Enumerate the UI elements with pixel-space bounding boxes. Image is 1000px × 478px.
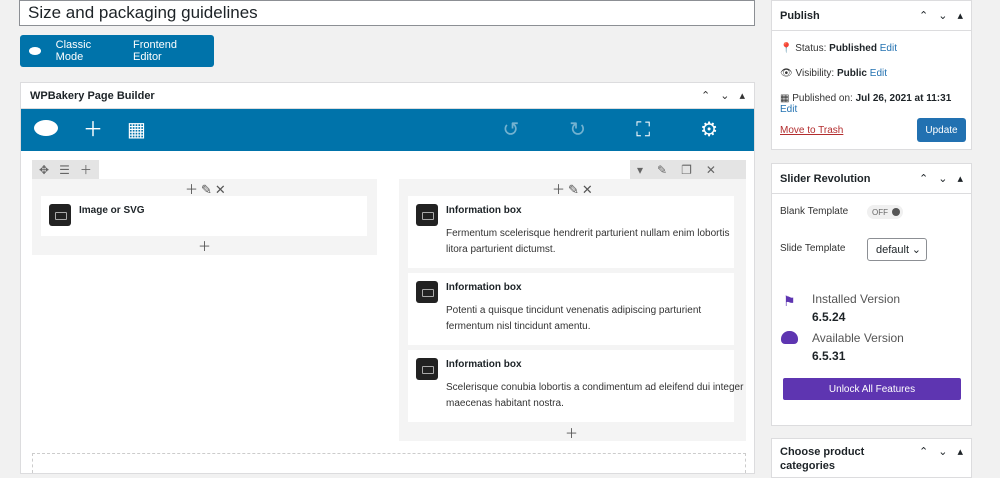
edit-row-icon[interactable]: ✎ <box>657 163 667 177</box>
clone-row-icon[interactable]: ❐ <box>681 163 692 177</box>
move-down-icon[interactable]: ⌄ <box>720 89 729 102</box>
row-controls: ✥ ☰ ＋ <box>32 160 99 179</box>
blank-template-label: Blank Template <box>780 206 849 217</box>
categories-header: Choose product categories ⌃ ⌄ ▴ <box>772 439 971 475</box>
edit-date-link[interactable]: Edit <box>780 104 797 115</box>
element-title: Information box <box>446 282 522 293</box>
element-title: Information box <box>446 205 522 216</box>
status-value: Published <box>829 43 877 54</box>
installed-version-label: Installed Version <box>812 292 901 306</box>
info-box-element[interactable]: Information box Scelerisque conubia lobo… <box>408 350 743 422</box>
published-row: ▦ Published on: Jul 26, 2021 at 11:31 Ed… <box>780 93 971 115</box>
slide-template-label: Slide Template <box>780 243 846 254</box>
dropdown-icon[interactable]: ▾ <box>637 163 643 177</box>
classic-mode-button[interactable]: Classic Mode <box>50 39 127 63</box>
slider-title: Slider Revolution <box>780 172 871 185</box>
wpbakery-panel: WPBakery Page Builder ⌃ ⌄ ▴ ＋ ▦ ↺ ↻ ⛶ ⚙ … <box>20 82 755 474</box>
slider-revolution-box: Slider Revolution ⌃ ⌄ ▴ Blank Template OFF… <box>771 163 972 426</box>
element-description: Potenti a quisque tincidunt venenatis ad… <box>446 305 702 332</box>
publish-title: Publish <box>780 9 820 22</box>
fullscreen-icon[interactable]: ⛶ <box>636 120 650 140</box>
calendar-icon: ▦ <box>780 93 790 104</box>
element-title: Image or SVG <box>79 205 145 216</box>
edit-visibility-link[interactable]: Edit <box>870 68 887 79</box>
move-down-icon[interactable]: ⌄ <box>938 445 947 458</box>
visibility-row: 👁 Visibility: Public Edit <box>780 68 887 79</box>
row-move-icon[interactable]: ✥ <box>39 163 49 177</box>
available-version-value: 6.5.31 <box>812 349 846 363</box>
left-column: ＋✎✕ Image or SVG ＋ <box>32 179 377 255</box>
pin-icon: 📍 <box>780 43 793 54</box>
undo-icon[interactable]: ↺ <box>503 120 520 140</box>
eye-icon: 👁 <box>780 68 793 79</box>
wpbakery-logo-icon[interactable] <box>33 118 59 142</box>
editor-mode-bar: Classic Mode Frontend Editor <box>20 35 214 67</box>
row-actions: ▾ ✎ ❐ ✕ <box>630 160 746 179</box>
publish-box: Publish ⌃ ⌄ ▴ 📍 Status: Published Edit 👁 V… <box>771 0 972 150</box>
settings-gear-icon[interactable]: ⚙ <box>700 120 718 140</box>
add-element-icon[interactable]: ＋ <box>198 236 214 255</box>
info-box-icon <box>416 204 438 226</box>
right-column: ＋✎✕ Information box Fermentum scelerisqu… <box>399 179 746 441</box>
status-label: Status: <box>795 43 827 54</box>
cloud-download-icon <box>781 331 798 344</box>
wpbakery-title: WPBakery Page Builder <box>30 89 155 102</box>
delete-row-icon[interactable]: ✕ <box>706 163 716 177</box>
info-box-icon <box>416 281 438 303</box>
post-title-input[interactable]: Size and packaging guidelines <box>19 0 755 26</box>
collapse-icon[interactable]: ▴ <box>957 9 963 22</box>
move-up-icon[interactable]: ⌃ <box>701 89 710 102</box>
installed-version-value: 6.5.24 <box>812 310 846 324</box>
publish-header: Publish ⌃ ⌄ ▴ <box>772 1 971 31</box>
product-categories-box: Choose product categories ⌃ ⌄ ▴ <box>771 438 972 478</box>
info-box-icon <box>416 358 438 380</box>
edit-status-link[interactable]: Edit <box>880 43 897 54</box>
published-label: Published on: <box>792 93 853 104</box>
image-icon <box>49 204 71 226</box>
row-layout-icon[interactable]: ☰ <box>59 163 70 177</box>
templates-icon[interactable]: ▦ <box>127 120 146 140</box>
collapse-icon[interactable]: ▴ <box>739 89 745 102</box>
update-button[interactable]: Update <box>917 118 966 142</box>
published-value: Jul 26, 2021 at 11:31 <box>855 93 952 104</box>
add-element-icon[interactable]: ＋ <box>83 120 103 140</box>
available-version-label: Available Version <box>812 331 904 345</box>
frontend-editor-button[interactable]: Frontend Editor <box>127 39 214 63</box>
wpbakery-header: WPBakery Page Builder ⌃ ⌄ ▴ <box>21 83 754 109</box>
move-up-icon[interactable]: ⌃ <box>919 9 928 22</box>
categories-title: Choose product categories <box>780 446 865 472</box>
slider-header: Slider Revolution ⌃ ⌄ ▴ <box>772 164 971 194</box>
element-title: Information box <box>446 359 522 370</box>
element-description: Scelerisque conubia lobortis a condiment… <box>446 382 744 409</box>
visibility-value: Public <box>836 68 867 79</box>
blank-template-toggle[interactable]: OFF <box>867 205 903 219</box>
slide-template-select[interactable]: default ⌄ <box>867 238 927 261</box>
move-to-trash-link[interactable]: Move to Trash <box>780 125 843 136</box>
redo-icon[interactable]: ↻ <box>569 120 586 140</box>
element-description: Fermentum scelerisque hendrerit parturie… <box>446 228 730 255</box>
select-value: default <box>876 243 910 256</box>
unlock-all-features-button[interactable]: Unlock All Features <box>783 378 961 400</box>
collapse-icon[interactable]: ▴ <box>957 445 963 458</box>
add-row-placeholder[interactable] <box>32 453 746 473</box>
row-add-icon[interactable]: ＋ <box>80 161 92 178</box>
info-box-element[interactable]: Information box Fermentum scelerisque he… <box>408 196 734 268</box>
move-down-icon[interactable]: ⌄ <box>938 172 947 185</box>
move-down-icon[interactable]: ⌄ <box>938 9 947 22</box>
move-up-icon[interactable]: ⌃ <box>919 445 928 458</box>
chevron-down-icon: ⌄ <box>911 244 921 256</box>
info-box-element[interactable]: Information box Potenti a quisque tincid… <box>408 273 734 345</box>
flag-icon: ⚑ <box>783 293 796 309</box>
add-element-icon[interactable]: ＋ <box>565 423 581 442</box>
collapse-icon[interactable]: ▴ <box>957 172 963 185</box>
move-up-icon[interactable]: ⌃ <box>919 172 928 185</box>
wpbakery-logo-icon <box>20 46 50 56</box>
wpbakery-toolbar: ＋ ▦ ↺ ↻ ⛶ ⚙ <box>21 109 754 151</box>
visibility-label: Visibility: <box>795 68 835 79</box>
image-element[interactable]: Image or SVG <box>41 196 367 236</box>
status-row: 📍 Status: Published Edit <box>780 43 897 54</box>
